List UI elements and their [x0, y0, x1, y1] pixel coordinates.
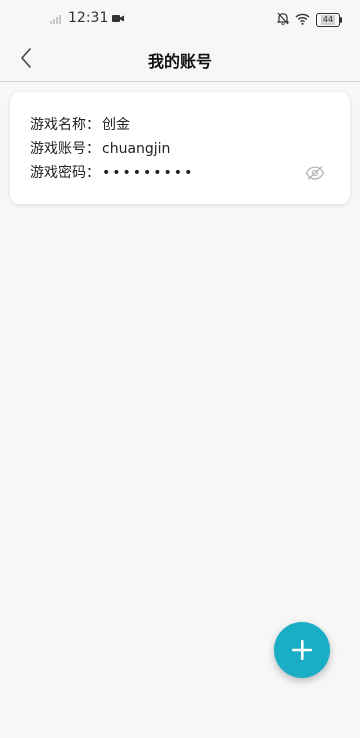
password-visibility-toggle[interactable] [304, 164, 326, 182]
game-password-label: 游戏密码： [30, 165, 100, 181]
wifi-icon [295, 10, 310, 29]
status-right: 44 [276, 10, 342, 29]
game-password-value: ••••••••• [102, 165, 195, 181]
add-account-button[interactable] [274, 622, 330, 678]
status-bar: 12:31 44 [0, 0, 360, 36]
game-password-row: 游戏密码： ••••••••• [30, 162, 194, 182]
game-account-value: chuangjin [102, 141, 171, 157]
battery-level: 44 [320, 14, 336, 25]
status-time: 12:31 [68, 10, 109, 26]
status-left: 12:31 [50, 10, 125, 26]
game-name-value: 创金 [102, 117, 130, 133]
page-title: 我的账号 [147, 52, 212, 71]
mute-bell-icon [276, 10, 290, 29]
eye-off-icon [305, 166, 325, 180]
game-account-row: 游戏账号： chuangjin [30, 138, 170, 158]
plus-icon [292, 640, 312, 660]
video-icon [112, 14, 125, 23]
game-name-label: 游戏名称： [30, 117, 100, 133]
battery-icon: 44 [316, 12, 342, 27]
signal-icon [50, 12, 62, 24]
header-bar: 我的账号 [0, 36, 360, 82]
game-account-label: 游戏账号： [30, 141, 100, 157]
game-name-row: 游戏名称： 创金 [30, 114, 130, 134]
account-card[interactable]: 游戏名称： 创金 游戏账号： chuangjin 游戏密码： ••••••••• [10, 92, 350, 204]
